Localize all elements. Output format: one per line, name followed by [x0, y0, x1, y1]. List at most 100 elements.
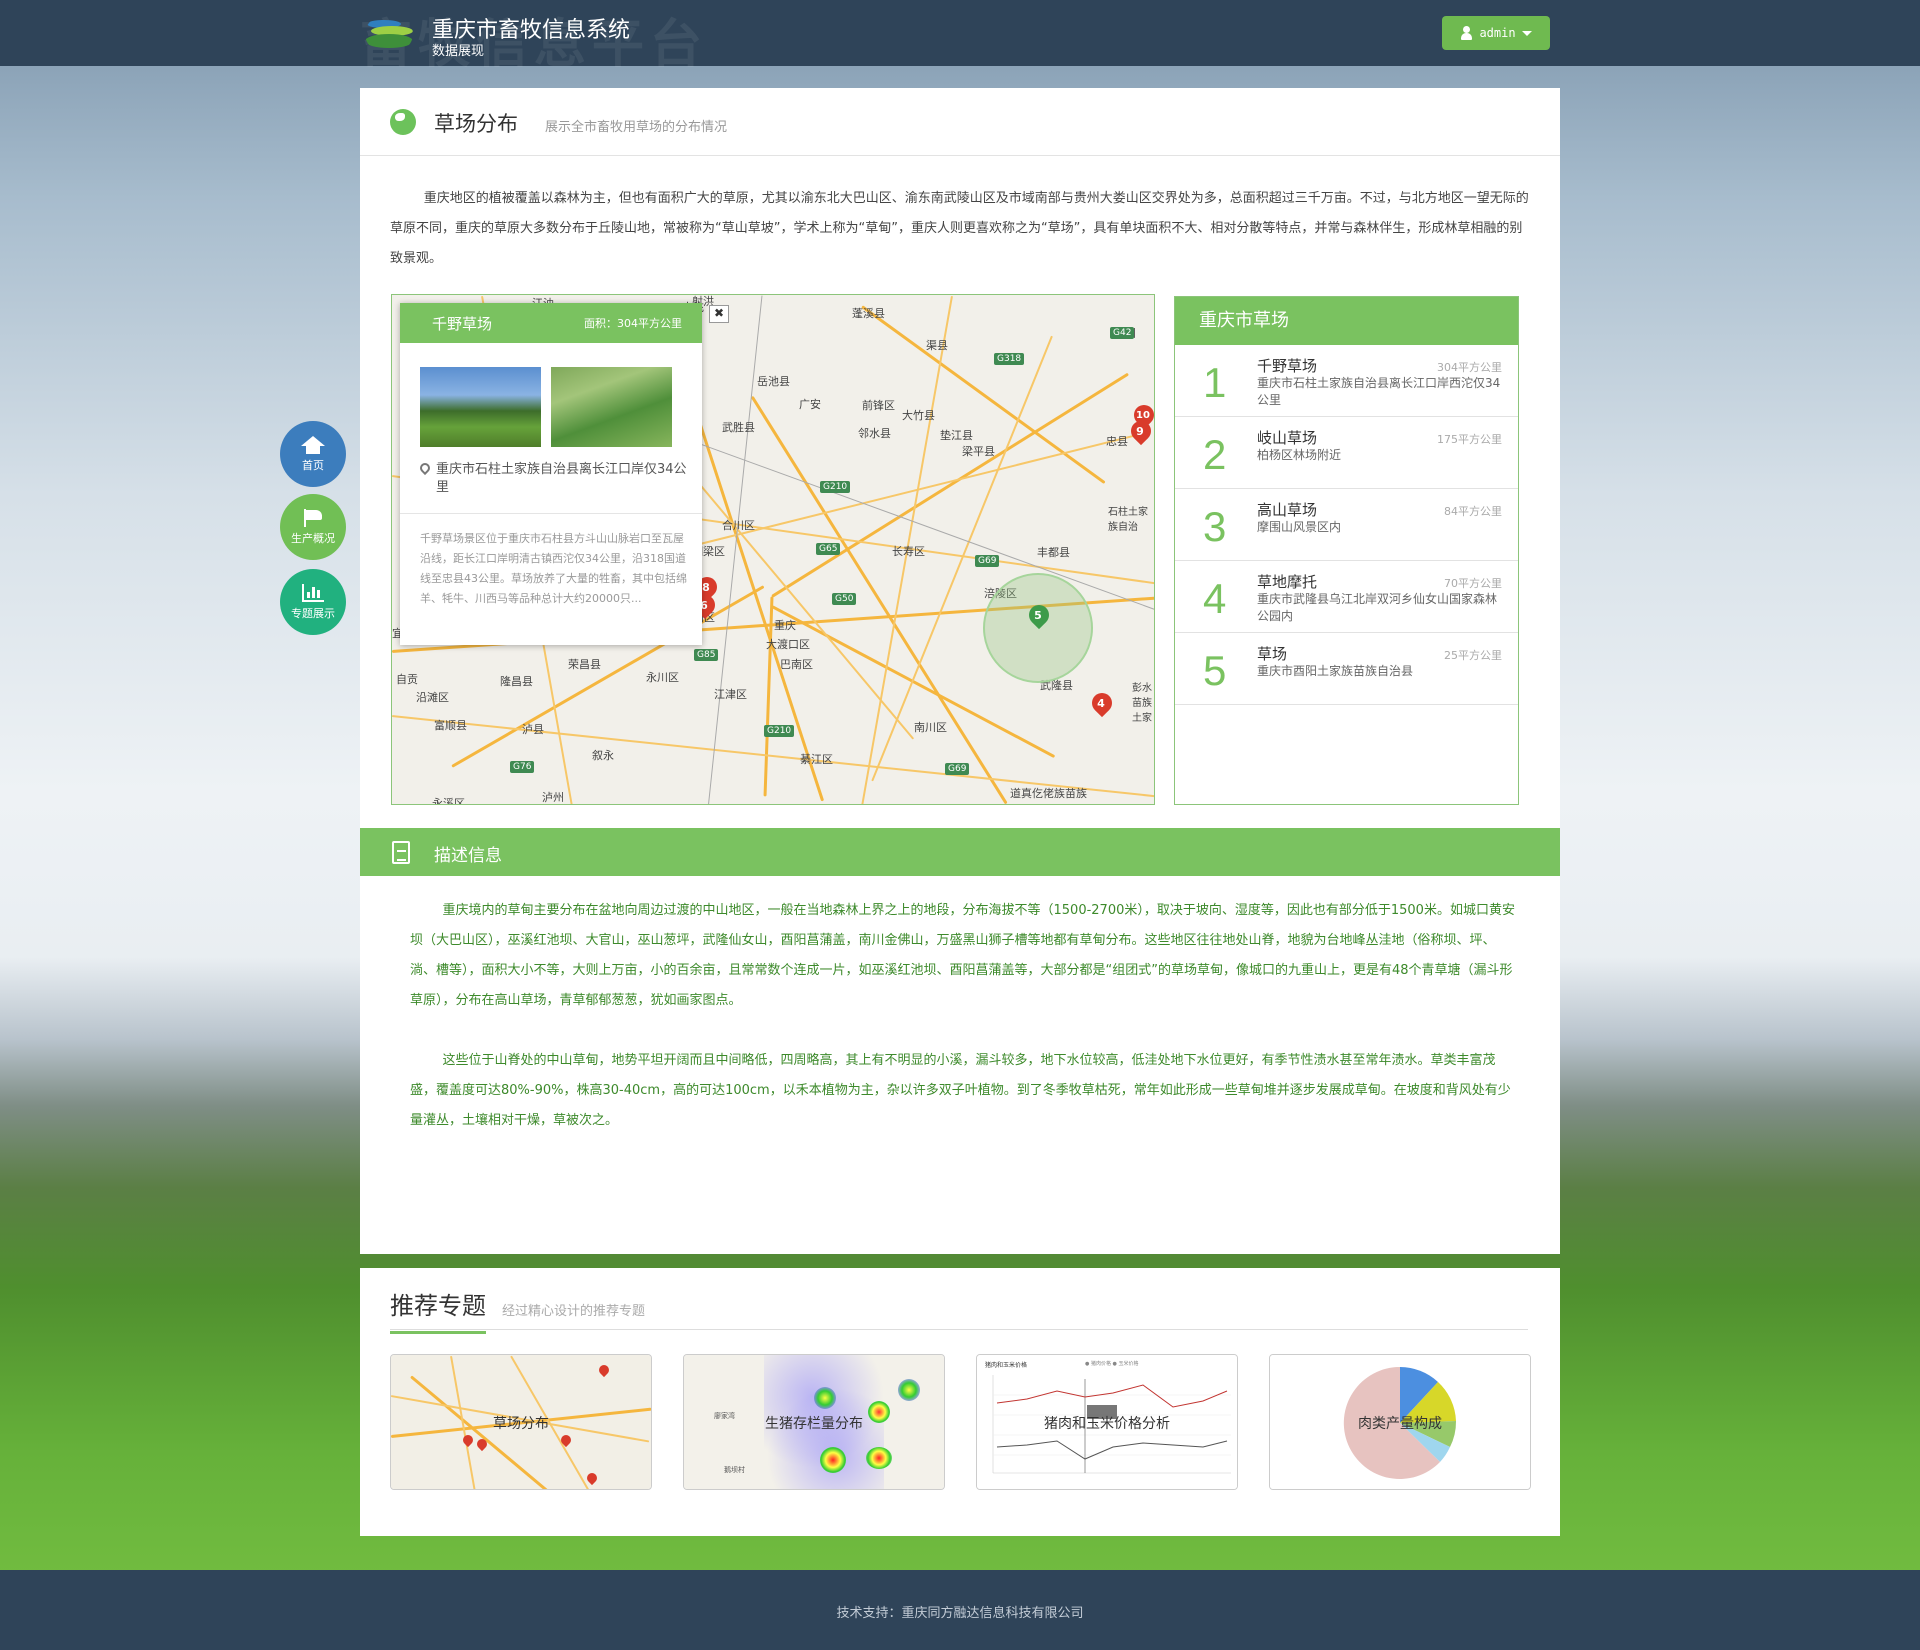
map-place: 前锋区	[862, 399, 895, 412]
description-paragraph: 重庆境内的草甸主要分布在盆地向周边过渡的中山地区，一般在当地森林上界之上的地段，…	[410, 903, 1515, 1008]
popup-title: 千野草场	[432, 314, 493, 333]
map-place: 梁平县	[962, 445, 995, 458]
home-icon	[301, 435, 325, 454]
pasture-photo[interactable]	[551, 367, 672, 447]
section-description: 展示全市畜牧用草场的分布情况	[545, 120, 728, 135]
item-rank: 3	[1203, 503, 1227, 550]
popup-area: 面积：304平方公里	[584, 317, 682, 330]
pasture-list-item[interactable]: 5 草场 25平方公里 重庆市酉阳土家族苗族自治县	[1175, 633, 1518, 705]
item-area: 25平方公里	[1444, 649, 1502, 662]
highway-shield: G76	[510, 761, 535, 773]
recommend-description: 经过精心设计的推荐专题	[502, 1304, 646, 1319]
section-title: 草场分布	[434, 112, 518, 136]
intro-paragraph: 重庆地区的植被覆盖以森林为主，但也有面积广大的草原，尤其以渝东北大巴山区、渝东南…	[390, 191, 1529, 266]
map-place: 石柱土家族自治	[1108, 507, 1148, 533]
highway-shield: G210	[764, 725, 795, 737]
highway-shield: G85	[694, 649, 719, 661]
highway-shield: G210	[820, 481, 851, 493]
item-rank: 5	[1203, 647, 1227, 694]
topic-card-label[interactable]: 肉类产量构成	[1269, 1413, 1531, 1433]
map-place: 渠县	[926, 339, 948, 352]
pasture-list-title: 重庆市草场	[1175, 297, 1518, 345]
marker-label: 10	[1136, 410, 1150, 421]
recommend-title: 推荐专题	[390, 1286, 486, 1334]
item-address: 摩围山风景区内	[1257, 520, 1342, 534]
side-nav-label: 生产概况	[291, 531, 335, 545]
map-place: 永川区	[646, 671, 679, 684]
item-address: 重庆市酉阳土家族苗族自治县	[1257, 664, 1414, 678]
map-place: 忠县	[1106, 435, 1128, 448]
map-place: 叙永	[592, 749, 614, 762]
divider	[400, 513, 702, 514]
item-name: 岐山草场	[1257, 429, 1318, 447]
item-name: 千野草场	[1257, 357, 1318, 375]
document-icon	[392, 841, 410, 864]
item-area: 304平方公里	[1437, 361, 1502, 374]
thumb-line-legend: ● 猪肉价格 ● 玉米价格	[1085, 1360, 1139, 1367]
map-place: 丰都县	[1037, 546, 1070, 559]
side-nav-topics[interactable]: 专题展示	[280, 569, 346, 635]
map-place: 大竹县	[902, 409, 935, 422]
highway-shield: G42	[1110, 327, 1135, 339]
location-pin-icon	[417, 460, 433, 476]
user-name: admin	[1479, 26, 1516, 40]
map-place: 大渡口区	[766, 638, 810, 651]
side-nav-home[interactable]: 首页	[280, 421, 346, 487]
item-area: 70平方公里	[1444, 577, 1502, 590]
item-name: 高山草场	[1257, 501, 1318, 519]
item-rank: 2	[1203, 431, 1227, 478]
map-place: 荣昌县	[568, 658, 601, 671]
pasture-photo[interactable]	[420, 367, 541, 447]
pasture-map[interactable]: 江油 射洪 南充 广安 岳池县 蓬溪县 渠县 大竹县 梁平县 前锋区 邻水县 垫…	[391, 294, 1155, 805]
map-road	[691, 433, 1139, 547]
main-panel: 草场分布 展示全市畜牧用草场的分布情况 重庆地区的植被覆盖以森林为主，但也有面积…	[360, 88, 1560, 1254]
map-place: 彭水苗族土家	[1132, 683, 1152, 724]
recommend-panel: 推荐专题 经过精心设计的推荐专题 廖家湾 鹅坝村 猪肉和玉米价格 ● 猪肉价格 …	[360, 1268, 1560, 1536]
pasture-list-item[interactable]: 3 高山草场 84平方公里 摩围山风景区内	[1175, 489, 1518, 561]
pasture-list-item[interactable]: 2 岐山草场 175平方公里 柏杨区林场附近	[1175, 417, 1518, 489]
map-place: 垫江县	[940, 429, 973, 442]
item-address: 柏杨区林场附近	[1257, 448, 1342, 462]
section-header: 草场分布 展示全市畜牧用草场的分布情况	[360, 88, 1560, 156]
description-title: 描述信息	[434, 846, 502, 866]
recommend-header: 推荐专题 经过精心设计的推荐专题	[390, 1286, 1528, 1334]
thumb-line-title: 猪肉和玉米价格	[985, 1361, 1027, 1369]
map-place: 巴南区	[780, 658, 813, 671]
map-place: 泸县	[522, 723, 544, 736]
map-place: 岳池县	[757, 375, 790, 388]
item-name: 草场	[1257, 645, 1288, 663]
popup-location-text: 重庆市石柱土家族自治县离长江口岸仅34公里	[436, 462, 687, 495]
map-place: 广安	[799, 398, 821, 411]
topic-card-label[interactable]: 草场分布	[390, 1413, 652, 1433]
top-header: 畜牧信息平台 重庆市畜牧信息系统 数据展现 admin	[0, 0, 1920, 75]
topic-card-label[interactable]: 猪肉和玉米价格分析	[976, 1413, 1238, 1433]
user-menu-button[interactable]: admin	[1442, 16, 1550, 50]
highway-shield: G318	[994, 353, 1025, 365]
popup-description: 千野草场景区位于重庆市石柱县方斗山山脉岩口至瓦屋沿线，距长江口岸明清古镇西沱仅3…	[420, 532, 687, 605]
highway-shield: G69	[975, 555, 1000, 567]
item-rank: 4	[1203, 575, 1227, 622]
pasture-list-item[interactable]: 4 草地摩托 70平方公里 重庆市武隆县乌江北岸双河乡仙女山国家森林公园内	[1175, 561, 1518, 633]
side-nav-production[interactable]: 生产概况	[280, 494, 346, 560]
marker-label: 4	[1097, 697, 1105, 710]
caret-down-icon	[1521, 30, 1532, 36]
map-place: 江津区	[714, 688, 747, 701]
map-place: 武胜县	[722, 421, 755, 434]
map-place: 隆昌县	[500, 675, 533, 688]
highway-shield: G69	[945, 763, 970, 775]
marker-label: 5	[1034, 609, 1042, 622]
item-address: 重庆市武隆县乌江北岸双河乡仙女山国家森林公园内	[1257, 592, 1498, 623]
map-place: 泸州	[542, 791, 564, 804]
page-footer: 技术支持：重庆同方融达信息科技有限公司	[0, 1570, 1920, 1650]
popup-close-button[interactable]: ✖	[709, 305, 729, 323]
heatmap-place: 鹅坝村	[724, 1466, 745, 1474]
pasture-list-item[interactable]: 1 千野草场 304平方公里 重庆市石柱土家族自治县离长江口岸西沱仅34公里	[1175, 345, 1518, 417]
logo-icon	[365, 14, 413, 54]
topic-card-label[interactable]: 生猪存栏量分布	[683, 1413, 945, 1433]
map-place: 沿滩区	[416, 691, 449, 704]
description-header: 描述信息	[360, 828, 1560, 876]
side-nav-label: 专题展示	[291, 606, 335, 620]
item-area: 175平方公里	[1437, 433, 1502, 446]
side-nav-label: 首页	[302, 458, 324, 472]
app-subtitle: 数据展现	[432, 44, 485, 59]
